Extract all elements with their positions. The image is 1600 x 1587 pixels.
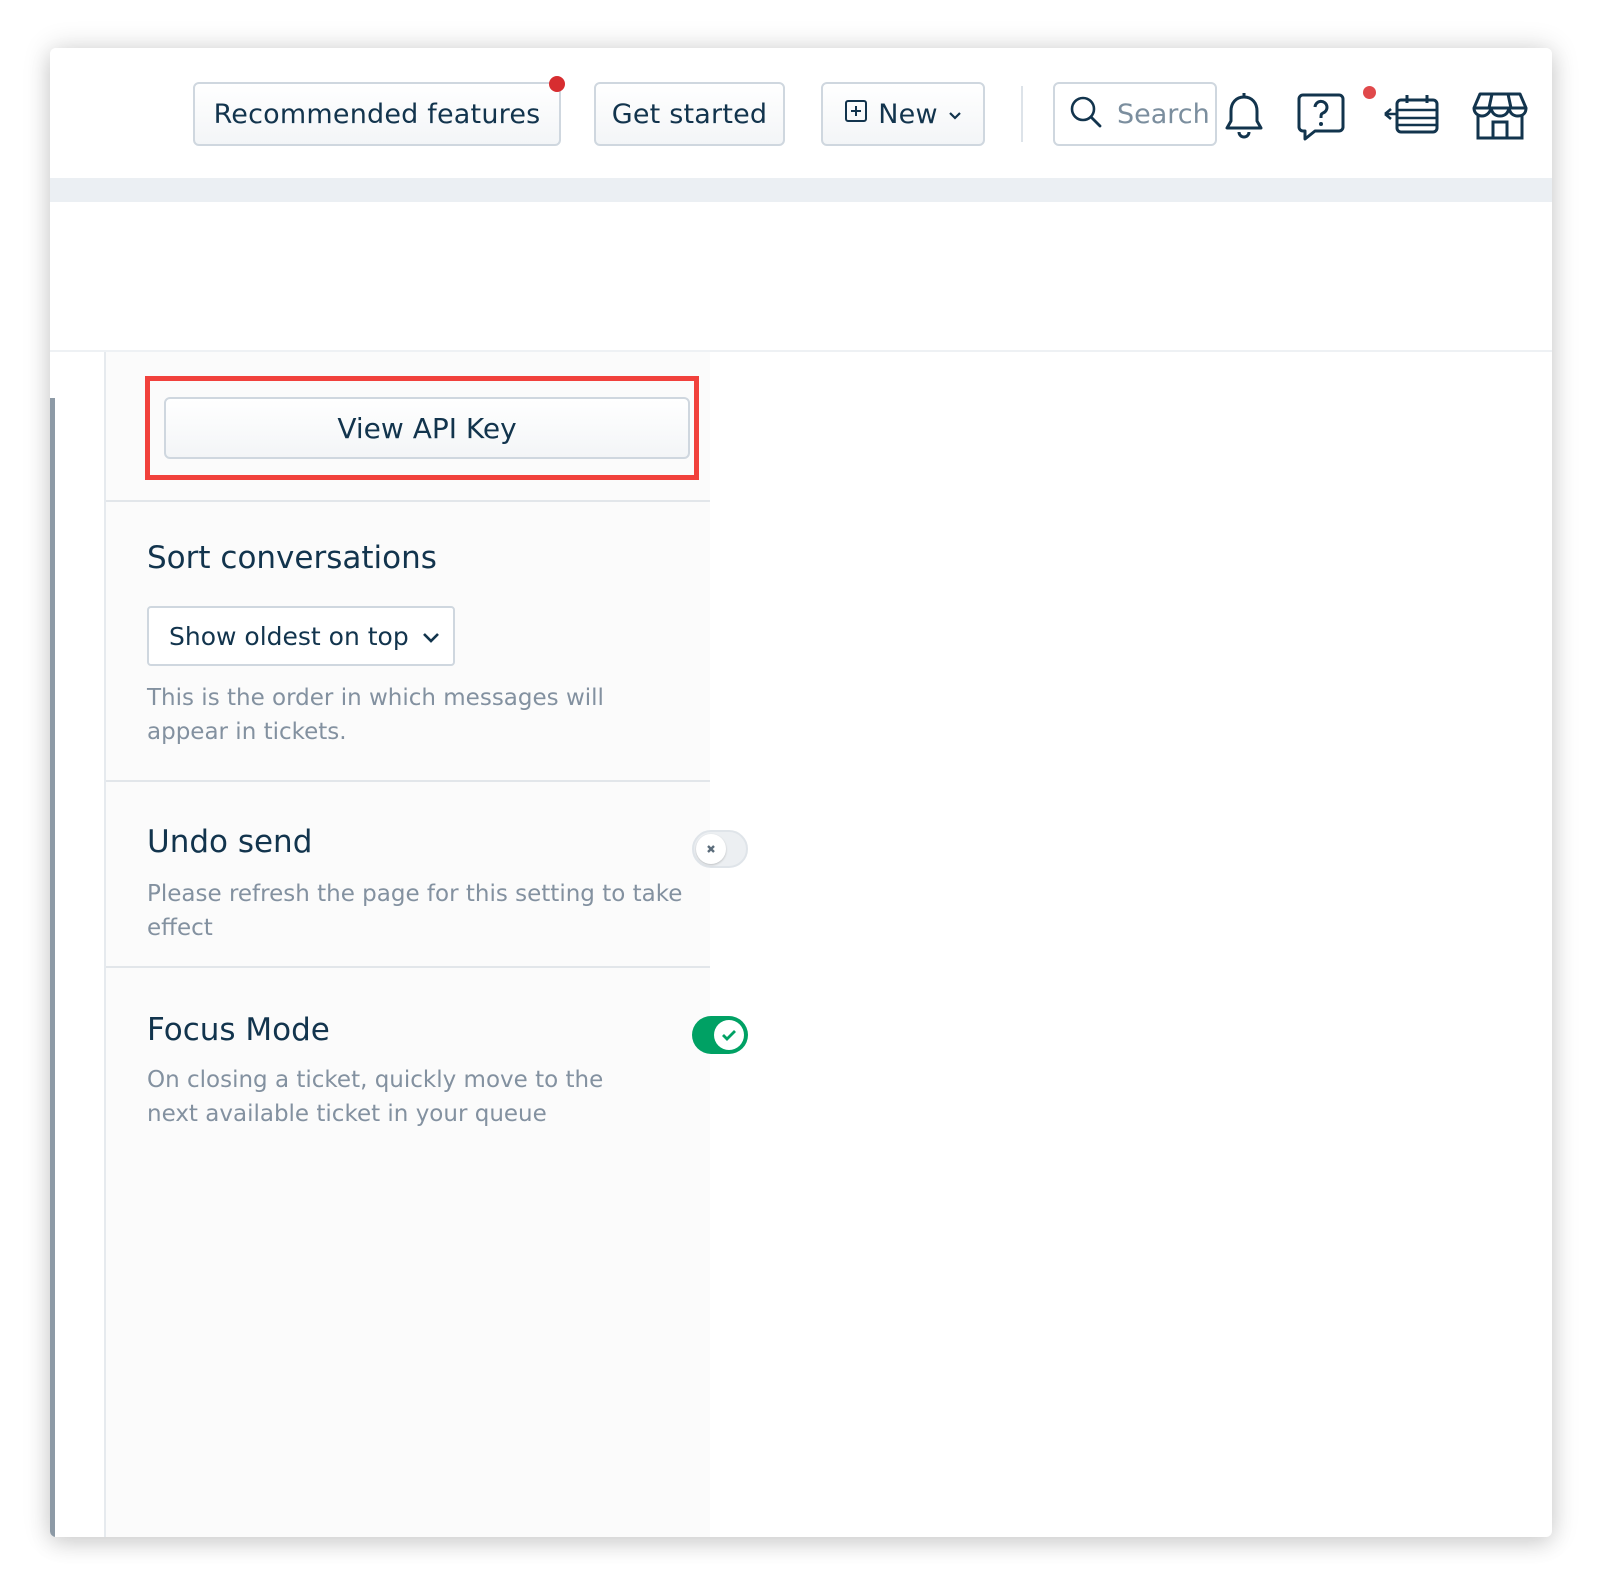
settings-panel: View API Key Sort conversations Show old… (106, 352, 748, 1537)
notifications-bell-icon[interactable] (1214, 86, 1274, 146)
undo-send-title: Undo send (147, 824, 313, 860)
sort-conversations-hint: This is the order in which messages will… (147, 685, 604, 745)
search-box[interactable] (1053, 82, 1217, 146)
chevron-down-icon (421, 622, 441, 651)
toolbar-divider (1021, 86, 1023, 142)
new-button-label: New (878, 98, 938, 130)
help-question-icon[interactable] (1291, 86, 1351, 146)
app-window: Recommended features Get started New Sea… (50, 48, 1552, 1537)
get-started-button[interactable]: Get started (594, 82, 785, 146)
recommended-features-label: Recommended features (213, 98, 541, 130)
top-navigation-bar: Recommended features Get started New (50, 48, 1552, 178)
search-icon (1069, 95, 1103, 133)
plus-box-icon (844, 99, 868, 130)
search-input[interactable] (1115, 97, 1215, 131)
toggle-knob (714, 1020, 744, 1050)
check-icon (722, 1030, 736, 1041)
x-mark-icon (707, 845, 715, 853)
marketplace-store-icon[interactable] (1470, 86, 1530, 146)
notification-dot-icon (549, 76, 565, 92)
chevron-down-icon (948, 99, 962, 130)
recommended-features-button[interactable]: Recommended features (193, 82, 561, 146)
new-button[interactable]: New (821, 82, 985, 146)
section-divider (106, 966, 710, 968)
section-divider (106, 500, 710, 502)
sort-order-select[interactable]: Show oldest on top (147, 606, 455, 666)
focus-mode-toggle[interactable] (692, 1016, 748, 1054)
focus-mode-hint: On closing a ticket, quickly move to the… (147, 1067, 604, 1127)
view-api-key-label: View API Key (337, 411, 517, 445)
left-edge-scrollbar[interactable] (50, 398, 55, 1537)
sort-order-selected-value: Show oldest on top (169, 621, 409, 651)
undo-send-toggle[interactable] (692, 830, 748, 868)
toggle-knob (696, 834, 726, 864)
apps-switch-icon[interactable] (1380, 86, 1444, 146)
help-notification-dot (1363, 86, 1376, 99)
undo-send-hint: Please refresh the page for this setting… (147, 881, 683, 941)
section-divider (106, 780, 710, 782)
view-api-key-button[interactable]: View API Key (164, 397, 690, 459)
focus-mode-title: Focus Mode (147, 1012, 330, 1048)
sort-conversations-title: Sort conversations (147, 540, 437, 576)
get-started-label: Get started (611, 98, 768, 130)
sub-header-strip (50, 178, 1552, 202)
